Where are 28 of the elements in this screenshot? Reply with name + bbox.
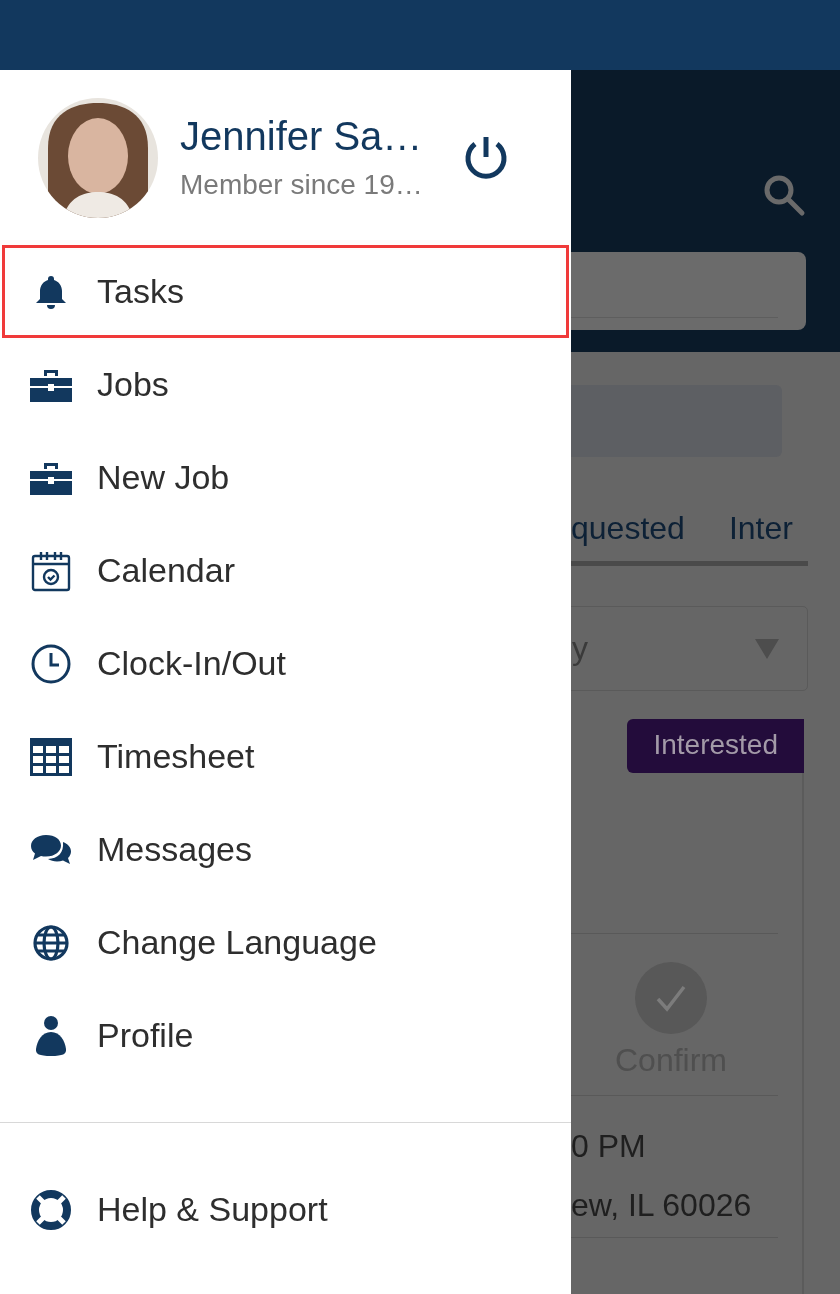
dropdown-arrow-icon xyxy=(755,638,779,659)
job-time: 0 PM xyxy=(571,1128,647,1165)
clock-icon xyxy=(30,642,72,685)
lifebuoy-icon xyxy=(30,1188,72,1231)
member-since: Member since 19… xyxy=(180,169,424,201)
globe-icon xyxy=(31,922,71,963)
search-field[interactable] xyxy=(571,252,806,330)
menu-item[interactable]: Timesheet xyxy=(2,710,569,803)
table-icon xyxy=(30,737,72,776)
user-name: Jennifer Sa… xyxy=(180,114,424,159)
calendar-icon xyxy=(30,549,72,592)
menu-item[interactable]: Tasks xyxy=(2,245,569,338)
briefcase-icon xyxy=(30,460,72,495)
person-icon xyxy=(34,1014,68,1057)
menu-item[interactable]: Calendar xyxy=(2,524,569,617)
chat-icon xyxy=(30,832,72,867)
menu-item[interactable]: Jobs xyxy=(2,338,569,431)
menu-item[interactable]: Messages xyxy=(2,803,569,896)
check-circle-icon[interactable] xyxy=(635,962,707,1034)
menu-item[interactable]: New Job xyxy=(2,431,569,524)
menu-item[interactable]: Change Language xyxy=(2,896,569,989)
menu-item[interactable]: Profile xyxy=(2,989,569,1082)
search-icon[interactable] xyxy=(762,173,806,217)
briefcase-icon xyxy=(30,367,72,402)
menu-item[interactable]: Clock-In/Out xyxy=(2,617,569,710)
menu-item[interactable]: Help & Support xyxy=(2,1163,569,1256)
status-badge: Interested xyxy=(627,719,804,773)
job-address: ew, IL 60026 xyxy=(571,1187,753,1224)
